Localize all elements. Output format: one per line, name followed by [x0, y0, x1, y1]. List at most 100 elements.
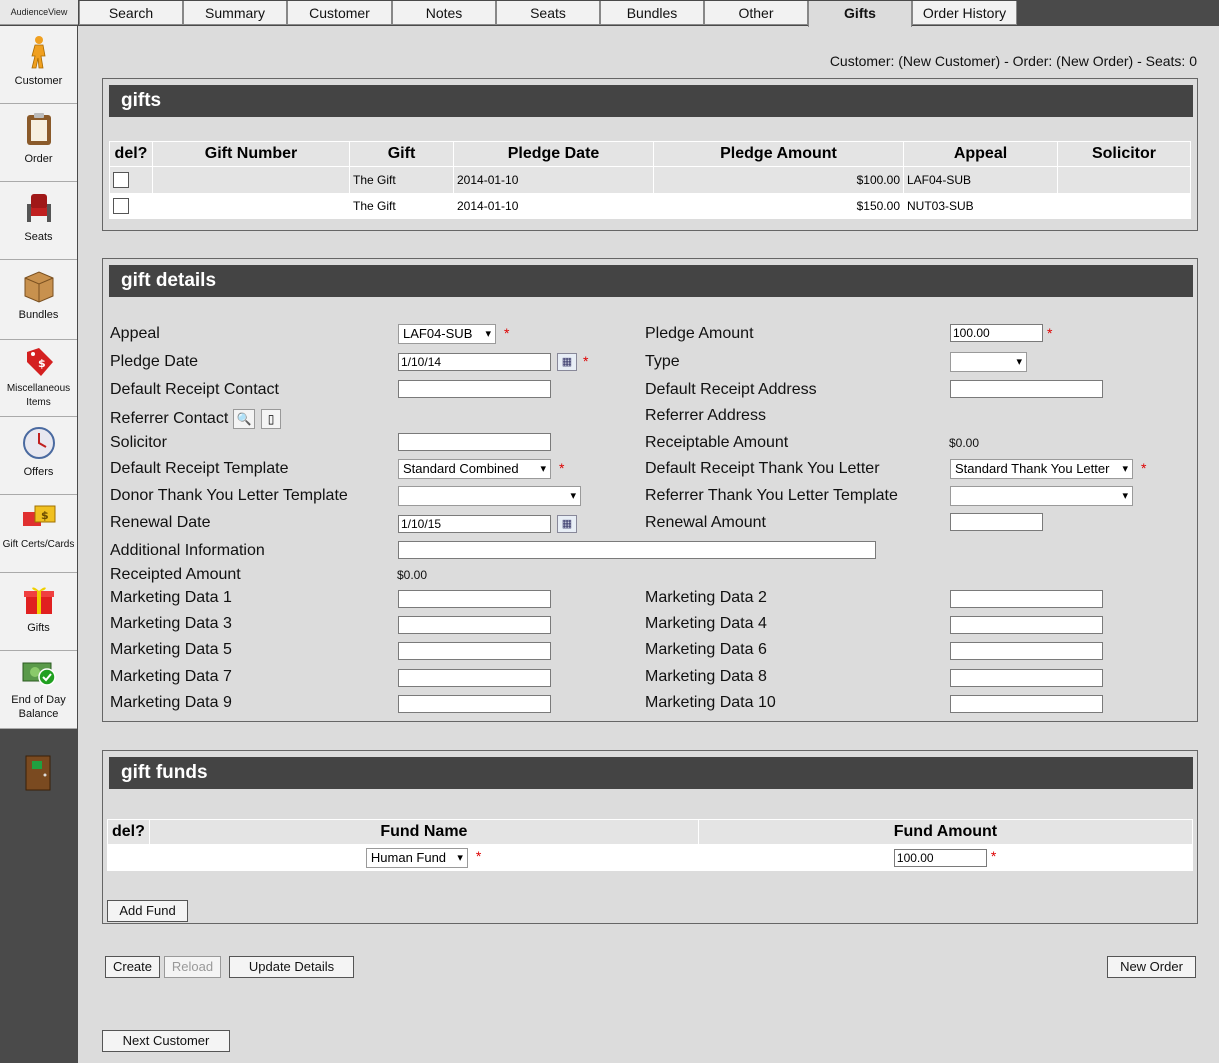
receiptable-amount-value: $0.00 — [949, 436, 980, 450]
sidebar-item-gift-certs[interactable]: $ Gift Certs/Cards — [0, 495, 77, 573]
sidebar-item-end-of-day[interactable]: End of Day Balance — [0, 651, 77, 729]
fund-amount-field[interactable]: 100.00 — [893, 849, 987, 867]
sidebar-item-misc[interactable]: $ Miscellaneous Items — [0, 340, 77, 417]
pledge-amount-field[interactable]: 100.00 — [950, 324, 1043, 342]
default-receipt-template-select[interactable]: Standard Combined — [398, 459, 551, 479]
gifts-panel: gifts del? Gift Number Gift Pledge Date … — [102, 78, 1198, 231]
exit-door-icon[interactable] — [24, 755, 52, 791]
fund-name-cell: Human Fund * — [148, 844, 699, 871]
donor-thank-you-select[interactable] — [398, 486, 581, 506]
required-marker: * — [583, 353, 589, 369]
required-marker: * — [1047, 325, 1053, 341]
col-pledge-amount: Pledge Amount — [653, 141, 904, 167]
marketing-data-9-field[interactable] — [398, 695, 551, 713]
donor-thank-you-label: Donor Thank You Letter Template — [110, 487, 348, 504]
appeal-label: Appeal — [110, 325, 160, 342]
marketing-data-7-field[interactable] — [398, 669, 551, 687]
svg-text:$: $ — [38, 357, 46, 370]
pledge-amount-label: Pledge Amount — [645, 325, 754, 342]
box-icon — [24, 271, 53, 303]
update-details-button[interactable]: Update Details — [229, 956, 354, 978]
default-receipt-ty-letter-label: Default Receipt Thank You Letter — [645, 460, 880, 477]
marketing-data-2-field[interactable] — [950, 590, 1103, 608]
additional-info-field[interactable] — [398, 541, 876, 559]
tab-summary[interactable]: Summary — [183, 1, 287, 25]
marketing-data-8-field[interactable] — [950, 669, 1103, 687]
next-customer-button[interactable]: Next Customer — [102, 1030, 230, 1052]
gifts-table: del? Gift Number Gift Pledge Date Pledge… — [109, 141, 1191, 219]
solicitor-field[interactable] — [398, 433, 551, 451]
sidebar-item-order[interactable]: Order — [0, 104, 77, 182]
sidebar-item-customer[interactable]: Customer — [0, 26, 77, 104]
default-receipt-contact-field[interactable] — [398, 380, 551, 398]
solicitor-label: Solicitor — [110, 434, 167, 451]
gift-card-icon: $ — [22, 505, 55, 526]
renewal-amount-label: Renewal Amount — [645, 514, 766, 531]
sidebar-item-bundles[interactable]: Bundles — [0, 260, 77, 340]
trash-icon[interactable]: ▯ — [261, 409, 281, 429]
default-receipt-ty-letter-select[interactable]: Standard Thank You Letter — [950, 459, 1133, 479]
sidebar-item-offers[interactable]: Offers — [0, 417, 77, 495]
marketing-data-9-label: Marketing Data 9 — [110, 694, 232, 711]
table-row[interactable]: Human Fund * 100.00 * — [107, 844, 1194, 871]
marketing-data-1-field[interactable] — [398, 590, 551, 608]
tab-seats[interactable]: Seats — [496, 1, 600, 25]
marketing-data-3-field[interactable] — [398, 616, 551, 634]
pledge-date-cell: 2014-01-10 — [453, 193, 654, 219]
referrer-address-label: Referrer Address — [645, 407, 766, 424]
create-button[interactable]: Create — [105, 956, 160, 978]
col-solicitor: Solicitor — [1057, 141, 1191, 167]
gift-number-cell — [152, 166, 350, 193]
marketing-data-3-label: Marketing Data 3 — [110, 615, 232, 632]
pledge-date-field[interactable]: 1/10/14 — [398, 353, 551, 371]
clock-icon — [22, 427, 55, 459]
price-tag-icon: $ — [26, 348, 53, 376]
delete-checkbox[interactable] — [113, 198, 129, 214]
fund-name-select[interactable]: Human Fund — [365, 848, 468, 868]
referrer-contact-label: Referrer Contact — [110, 410, 229, 427]
referrer-ty-template-select[interactable] — [950, 486, 1133, 506]
sidebar-item-gifts[interactable]: Gifts — [0, 573, 77, 651]
table-row[interactable]: The Gift 2014-01-10 $100.00 LAF04-SUB — [109, 166, 1191, 193]
tab-other[interactable]: Other — [704, 1, 808, 25]
tab-notes[interactable]: Notes — [392, 1, 496, 25]
delete-checkbox[interactable] — [113, 172, 129, 188]
table-header: del? Fund Name Fund Amount — [107, 819, 1194, 845]
col-fund-name: Fund Name — [148, 819, 699, 845]
calendar-icon[interactable]: ▦ — [557, 515, 577, 533]
gift-funds-panel: gift funds del? Fund Name Fund Amount Hu… — [102, 750, 1198, 924]
tab-gifts[interactable]: Gifts — [808, 1, 912, 27]
type-select[interactable] — [950, 352, 1027, 372]
table-row[interactable]: The Gift 2014-01-10 $150.00 NUT03-SUB — [109, 193, 1191, 219]
col-appeal: Appeal — [903, 141, 1058, 167]
tab-search[interactable]: Search — [79, 1, 183, 25]
marketing-data-6-field[interactable] — [950, 642, 1103, 660]
pledge-date-label: Pledge Date — [110, 353, 199, 370]
appeal-select[interactable]: LAF04-SUB — [398, 324, 496, 344]
tab-bundles[interactable]: Bundles — [600, 1, 704, 25]
new-order-button[interactable]: New Order — [1107, 956, 1196, 978]
reload-button[interactable]: Reload — [164, 956, 221, 978]
gift-funds-title: gift funds — [109, 757, 1193, 789]
calendar-icon[interactable]: ▦ — [557, 353, 577, 371]
marketing-data-4-field[interactable] — [950, 616, 1103, 634]
default-receipt-address-field[interactable] — [950, 380, 1103, 398]
marketing-data-10-field[interactable] — [950, 695, 1103, 713]
receiptable-amount-label: Receiptable Amount — [645, 434, 789, 451]
tab-customer[interactable]: Customer — [287, 1, 392, 25]
marketing-data-5-field[interactable] — [398, 642, 551, 660]
col-gift: Gift — [349, 141, 454, 167]
col-gift-number: Gift Number — [152, 141, 350, 167]
tab-order-history[interactable]: Order History — [912, 1, 1017, 25]
col-del: del? — [109, 141, 153, 167]
default-receipt-address-label: Default Receipt Address — [645, 381, 817, 398]
marketing-data-2-label: Marketing Data 2 — [645, 589, 767, 606]
renewal-amount-field[interactable] — [950, 513, 1043, 531]
sidebar-item-seats[interactable]: Seats — [0, 182, 77, 260]
add-fund-button[interactable]: Add Fund — [107, 900, 188, 922]
delete-cell — [109, 193, 153, 219]
search-icon[interactable]: 🔍 — [233, 409, 255, 429]
solicitor-cell — [1057, 166, 1191, 193]
appeal-cell: LAF04-SUB — [903, 166, 1058, 193]
renewal-date-field[interactable]: 1/10/15 — [398, 515, 551, 533]
